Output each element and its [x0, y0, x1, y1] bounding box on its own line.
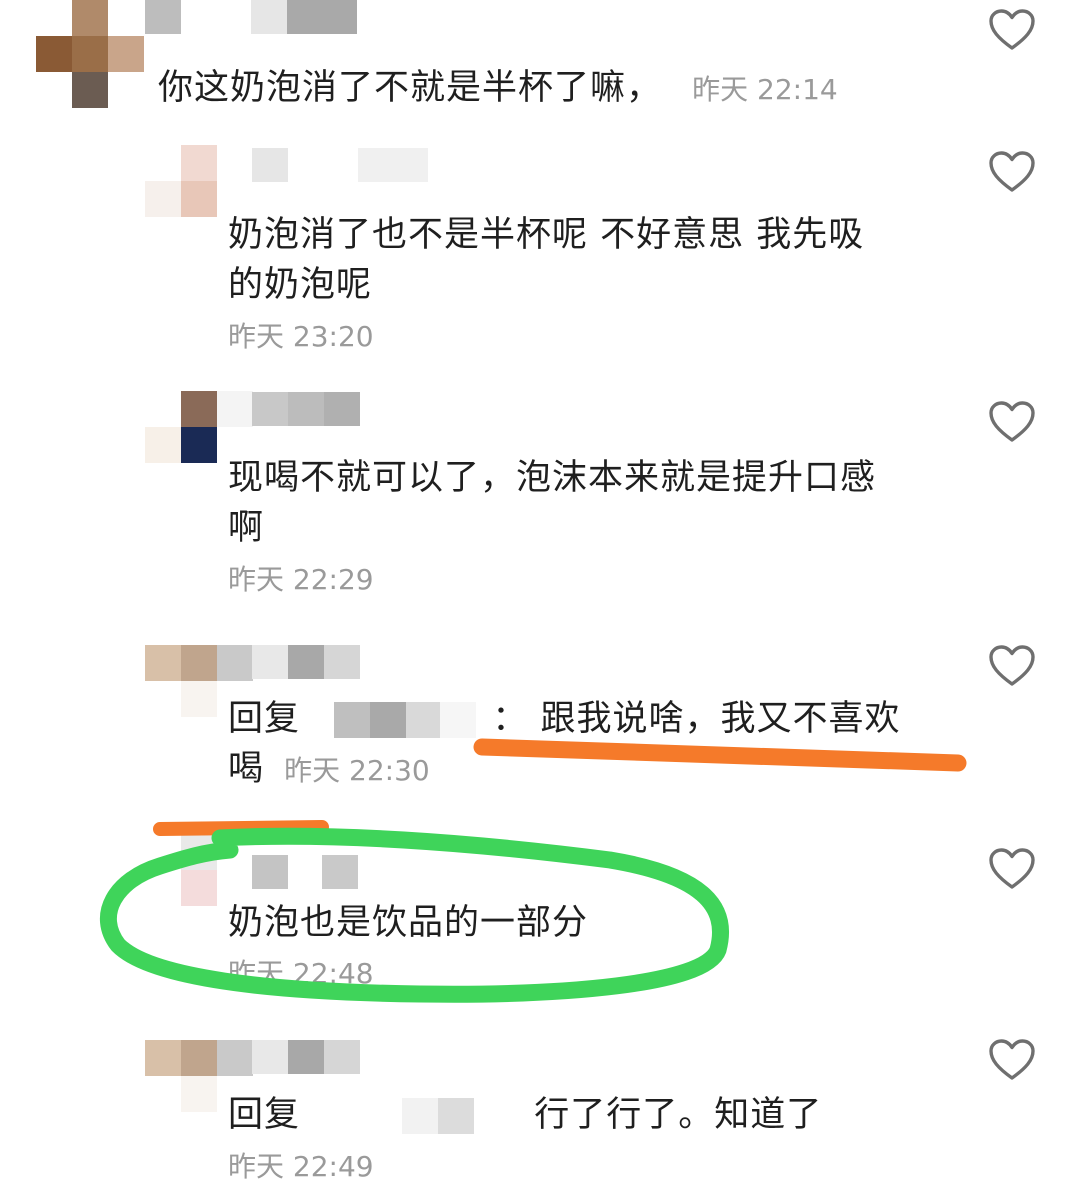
comment-text: 你这奶泡消了不就是半杯了嘛， 昨天 22:14 — [158, 63, 838, 115]
comment-time: 昨天 22:14 — [692, 73, 838, 106]
comment-text: 回复 ： 跟我说啥，我又不喜欢 喝 昨天 22:30 — [228, 694, 900, 796]
reply-prefix: 回复 — [228, 1095, 301, 1135]
reply-target-redacted[interactable] — [402, 1098, 475, 1134]
reply-colon: ： — [492, 699, 529, 739]
username-redacted[interactable] — [252, 1040, 360, 1074]
username-redacted[interactable] — [145, 0, 357, 34]
avatar[interactable] — [145, 145, 253, 217]
comment-3[interactable]: 现喝不就可以了，泡沫本来就是提升口感 啊 昨天 22:29 — [0, 388, 1080, 598]
username-redacted[interactable] — [252, 645, 360, 679]
comment-text: 回复 行了行了。知道了 — [228, 1090, 822, 1140]
comment-body: 你这奶泡消了不就是半杯了嘛， — [158, 68, 663, 108]
username-redacted[interactable] — [252, 855, 358, 889]
heart-outline-icon[interactable] — [988, 400, 1036, 444]
comment-body-line1: 回复 ： 跟我说啥，我又不喜欢 — [228, 694, 900, 744]
comment-body-line2: 啊 — [228, 508, 265, 548]
comment-body-line2: 喝 昨天 22:30 — [228, 744, 900, 796]
comment-5[interactable]: 奶泡也是饮品的一部分 昨天 22:48 — [0, 820, 1080, 1000]
comment-body-line1: 奶泡消了也不是半杯呢 不好意思 我先吸 — [228, 215, 865, 255]
comment-4[interactable]: 回复 ： 跟我说啥，我又不喜欢 喝 昨天 22:30 — [0, 640, 1080, 800]
avatar[interactable] — [145, 834, 253, 906]
comment-text: 奶泡也是饮品的一部分 — [228, 898, 588, 948]
comment-body-line1: 现喝不就可以了，泡沫本来就是提升口感 — [228, 458, 877, 498]
comment-time: 昨天 22:49 — [228, 1150, 374, 1183]
comment-body-line2-text: 喝 — [228, 749, 265, 789]
reply-target-redacted[interactable] — [334, 702, 477, 738]
heart-outline-icon[interactable] — [988, 644, 1036, 688]
heart-outline-icon[interactable] — [988, 847, 1036, 891]
comment-time: 昨天 23:20 — [228, 320, 374, 353]
comment-body: 奶泡也是饮品的一部分 — [228, 903, 589, 943]
heart-outline-icon[interactable] — [988, 8, 1036, 52]
heart-outline-icon[interactable] — [988, 1038, 1036, 1082]
comment-text: 现喝不就可以了，泡沫本来就是提升口感 啊 — [228, 453, 876, 553]
comment-1[interactable]: 你这奶泡消了不就是半杯了嘛， 昨天 22:14 — [0, 0, 1080, 125]
comment-time: 昨天 22:29 — [228, 563, 374, 596]
comment-6[interactable]: 回复 行了行了。知道了 昨天 22:49 — [0, 1030, 1080, 1183]
heart-outline-icon[interactable] — [988, 150, 1036, 194]
comment-body-line1-text: 跟我说啥，我又不喜欢 — [540, 699, 901, 739]
avatar[interactable] — [36, 0, 144, 108]
comment-body: 行了行了。知道了 — [534, 1095, 823, 1135]
comment-2[interactable]: 奶泡消了也不是半杯呢 不好意思 我先吸 的奶泡呢 昨天 23:20 — [0, 140, 1080, 355]
reply-prefix: 回复 — [228, 699, 301, 739]
comment-time: 昨天 22:48 — [228, 957, 374, 990]
username-redacted[interactable] — [252, 392, 360, 426]
comment-time: 昨天 22:30 — [284, 754, 430, 787]
username-redacted[interactable] — [252, 148, 428, 182]
comment-body-line2: 的奶泡呢 — [228, 265, 373, 305]
comment-text: 奶泡消了也不是半杯呢 不好意思 我先吸 的奶泡呢 — [228, 210, 864, 310]
